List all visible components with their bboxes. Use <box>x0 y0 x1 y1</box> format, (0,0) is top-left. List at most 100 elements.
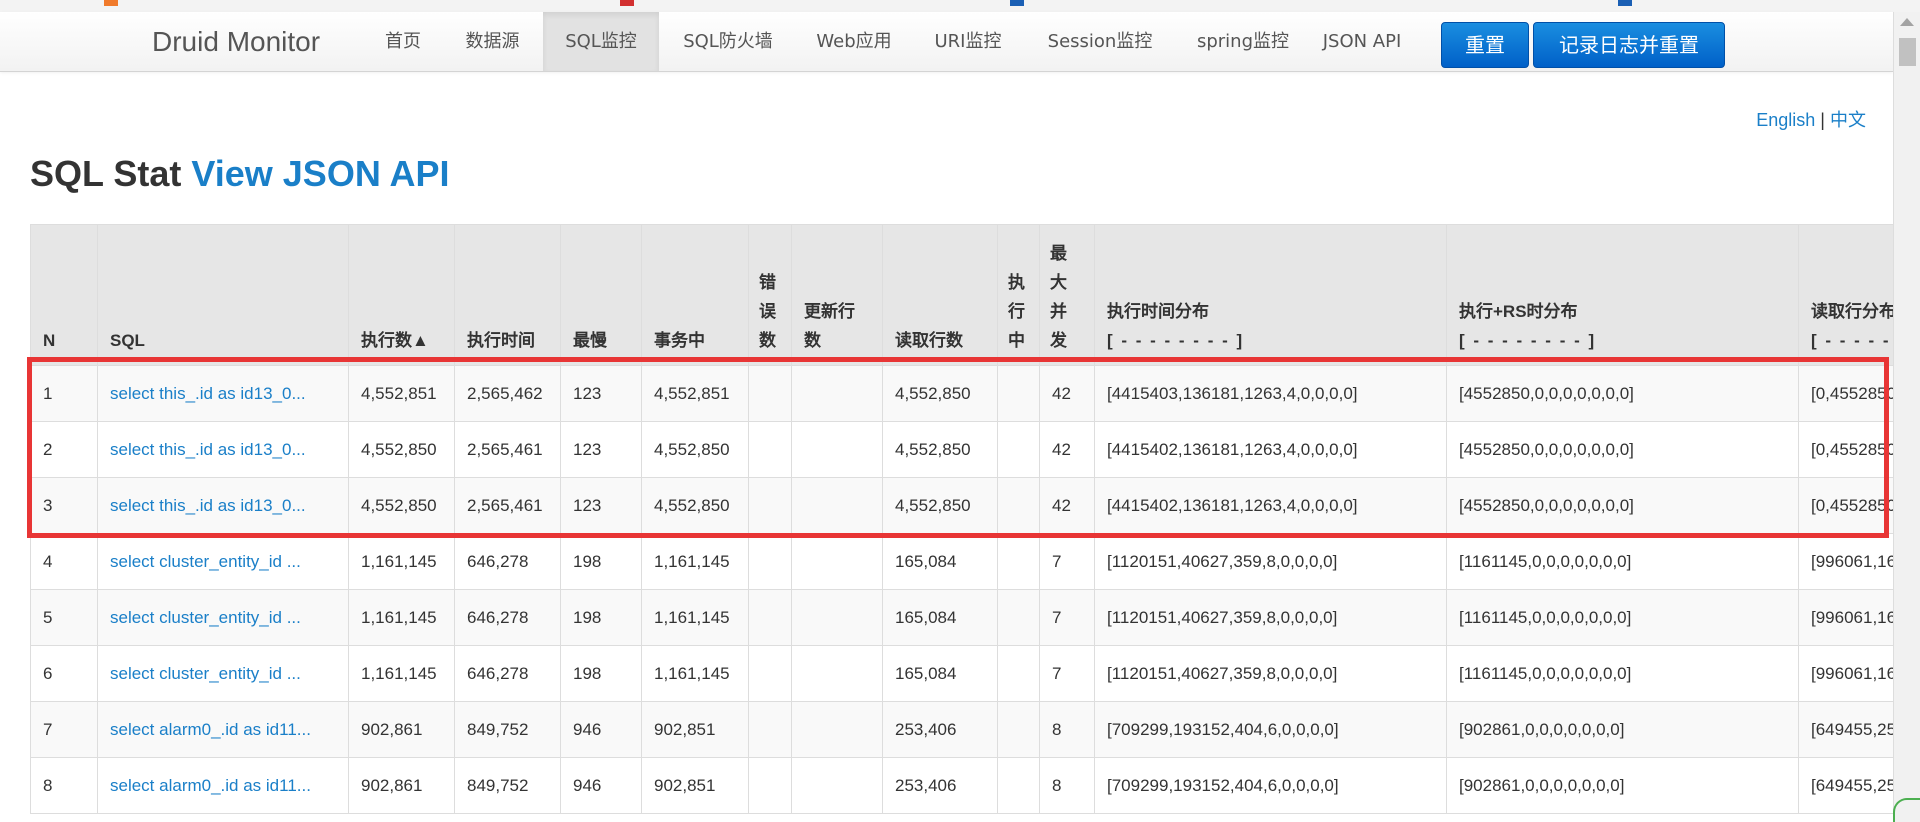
nav-json-api[interactable]: JSON API <box>1314 12 1410 71</box>
header-line: 数 <box>804 331 821 350</box>
cell-max-concurrent: 7 <box>1039 533 1095 590</box>
col-header-running[interactable]: 执 行 中 <box>997 224 1040 366</box>
lang-chinese-link[interactable]: 中文 <box>1830 110 1866 130</box>
cell-exec-hist: [1120151,40627,359,8,0,0,0,0] <box>1094 645 1447 702</box>
col-header-exec-hist[interactable]: 执行时间分布 [ - - - - - - - - ] <box>1094 224 1447 366</box>
cell-exec-time: 849,752 <box>454 701 561 758</box>
nav-home[interactable]: 首页 <box>368 12 438 71</box>
cell-update-rows <box>791 533 883 590</box>
cell-n: 4 <box>30 533 98 590</box>
cell-update-rows <box>791 589 883 646</box>
bookmark-favicon-icon <box>104 0 118 6</box>
table-row: 7 select alarm0_.id as id11... 902,861 849,… <box>30 701 1893 758</box>
cell-exec-rs-hist: [4552850,0,0,0,0,0,0,0] <box>1446 365 1799 422</box>
reset-button[interactable]: 重置 <box>1441 22 1529 68</box>
sql-stat-table-container[interactable]: N SQL 执行数▲ 执行时间 最慢 事务中 错 误 数 更新行 数 读取行数 … <box>30 224 1893 822</box>
nav-web-app[interactable]: Web应用 <box>806 12 902 71</box>
cell-exec-rs-hist: [1161145,0,0,0,0,0,0,0] <box>1446 645 1799 702</box>
cell-exec-hist: [4415403,136181,1263,4,0,0,0,0] <box>1094 365 1447 422</box>
header-char: 大 <box>1050 273 1067 292</box>
bookmark-favicon-icon <box>620 0 634 6</box>
header-subline: [ - - - - - - ] <box>1811 331 1893 350</box>
cell-exec-time: 646,278 <box>454 645 561 702</box>
nav-sql-monitor[interactable]: SQL监控 <box>543 12 659 71</box>
cell-exec-count: 902,861 <box>348 757 455 814</box>
nav-uri-monitor[interactable]: URI监控 <box>920 12 1016 71</box>
cell-slowest: 123 <box>560 477 642 534</box>
cell-running <box>997 589 1040 646</box>
header-char: 执 <box>1008 273 1025 292</box>
cell-in-tx: 902,851 <box>641 701 749 758</box>
page-title: SQL Stat View JSON API <box>30 153 450 195</box>
cell-exec-hist: [4415402,136181,1263,4,0,0,0,0] <box>1094 421 1447 478</box>
vertical-scrollbar[interactable] <box>1893 12 1920 822</box>
cell-sql[interactable]: select this_.id as id13_0... <box>97 421 349 478</box>
cell-read-hist: [0,4552850 <box>1798 477 1893 534</box>
cell-exec-count: 902,861 <box>348 701 455 758</box>
header-char: 行 <box>1008 302 1025 321</box>
nav-session-monitor[interactable]: Session监控 <box>1035 12 1165 71</box>
cell-sql[interactable]: select this_.id as id13_0... <box>97 365 349 422</box>
cell-exec-rs-hist: [902861,0,0,0,0,0,0,0] <box>1446 701 1799 758</box>
col-header-update-rows[interactable]: 更新行 数 <box>791 224 883 366</box>
header-subline: [ - - - - - - - - ] <box>1107 331 1245 350</box>
cell-exec-time: 2,565,461 <box>454 477 561 534</box>
col-header-n[interactable]: N <box>30 224 98 366</box>
cell-update-rows <box>791 757 883 814</box>
header-char: 中 <box>1008 331 1025 350</box>
col-header-exec-time[interactable]: 执行时间 <box>454 224 561 366</box>
top-navbar: Druid Monitor 首页 数据源 SQL监控 SQL防火墙 Web应用 … <box>0 12 1893 72</box>
cell-read-rows: 165,084 <box>882 533 998 590</box>
cell-sql[interactable]: select cluster_entity_id ... <box>97 589 349 646</box>
table-row: 3 select this_.id as id13_0... 4,552,850 2,… <box>30 477 1893 534</box>
cell-max-concurrent: 8 <box>1039 701 1095 758</box>
header-char: 并 <box>1050 302 1067 321</box>
nav-sql-firewall[interactable]: SQL防火墙 <box>668 12 788 71</box>
cell-update-rows <box>791 477 883 534</box>
table-header-row: N SQL 执行数▲ 执行时间 最慢 事务中 错 误 数 更新行 数 读取行数 … <box>30 224 1893 366</box>
header-line: 更新行 <box>804 302 855 321</box>
cell-exec-hist: [709299,193152,404,6,0,0,0,0] <box>1094 701 1447 758</box>
nav-spring-monitor[interactable]: spring监控 <box>1182 12 1304 71</box>
cell-read-rows: 253,406 <box>882 701 998 758</box>
cell-sql[interactable]: select alarm0_.id as id11... <box>97 701 349 758</box>
col-header-slowest[interactable]: 最慢 <box>560 224 642 366</box>
cell-errors <box>748 757 792 814</box>
cell-errors <box>748 365 792 422</box>
col-header-read-hist[interactable]: 读取行分布 [ - - - - - - ] <box>1798 224 1893 366</box>
scroll-up-arrow-icon[interactable] <box>1900 18 1914 26</box>
table-row: 2 select this_.id as id13_0... 4,552,850 2,… <box>30 421 1893 478</box>
log-and-reset-button[interactable]: 记录日志并重置 <box>1533 22 1725 68</box>
cell-exec-count: 4,552,850 <box>348 477 455 534</box>
col-header-errors[interactable]: 错 误 数 <box>748 224 792 366</box>
cell-slowest: 123 <box>560 365 642 422</box>
cell-n: 5 <box>30 589 98 646</box>
nav-datasource[interactable]: 数据源 <box>455 12 530 71</box>
lang-english-link[interactable]: English <box>1756 110 1815 130</box>
col-header-exec-rs-hist[interactable]: 执行+RS时分布 [ - - - - - - - - ] <box>1446 224 1799 366</box>
col-header-sql[interactable]: SQL <box>97 224 349 366</box>
col-header-exec-count[interactable]: 执行数▲ <box>348 224 455 366</box>
cell-exec-count: 4,552,851 <box>348 365 455 422</box>
col-header-in-tx[interactable]: 事务中 <box>641 224 749 366</box>
cell-running <box>997 477 1040 534</box>
cell-exec-hist: [4415402,136181,1263,4,0,0,0,0] <box>1094 477 1447 534</box>
cell-sql[interactable]: select cluster_entity_id ... <box>97 533 349 590</box>
cell-sql[interactable]: select cluster_entity_id ... <box>97 645 349 702</box>
header-char: 数 <box>759 331 776 350</box>
cell-sql[interactable]: select alarm0_.id as id11... <box>97 757 349 814</box>
cell-max-concurrent: 7 <box>1039 645 1095 702</box>
cell-update-rows <box>791 365 883 422</box>
table-row: 6 select cluster_entity_id ... 1,161,145 64… <box>30 645 1893 702</box>
cell-exec-time: 2,565,461 <box>454 421 561 478</box>
cell-sql[interactable]: select this_.id as id13_0... <box>97 477 349 534</box>
col-header-read-rows[interactable]: 读取行数 <box>882 224 998 366</box>
view-json-api-link[interactable]: View JSON API <box>191 153 449 194</box>
cell-in-tx: 1,161,145 <box>641 533 749 590</box>
cell-errors <box>748 645 792 702</box>
brand-title[interactable]: Druid Monitor <box>152 26 320 58</box>
cell-running <box>997 421 1040 478</box>
scrollbar-thumb[interactable] <box>1899 38 1916 66</box>
col-header-max-concurrent[interactable]: 最 大 并 发 <box>1039 224 1095 366</box>
cell-n: 3 <box>30 477 98 534</box>
